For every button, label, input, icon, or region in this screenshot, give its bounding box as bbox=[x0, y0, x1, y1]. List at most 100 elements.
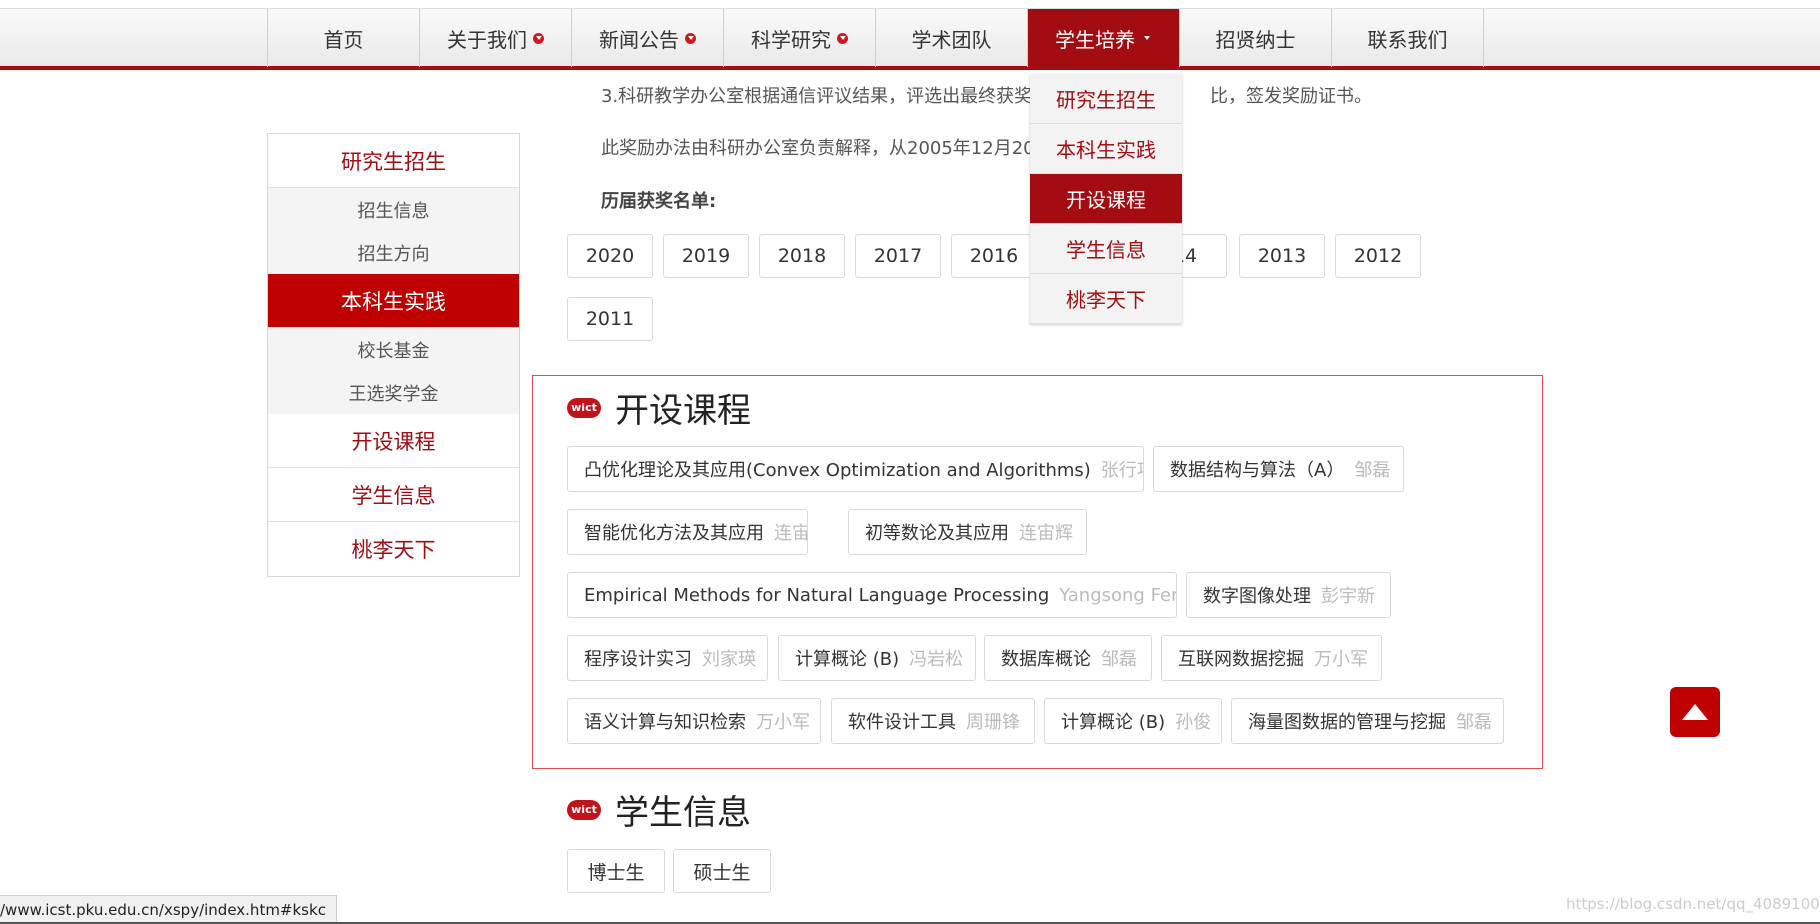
year-button-2020[interactable]: 2020 bbox=[567, 234, 653, 278]
chevron-down-icon bbox=[685, 32, 696, 44]
course-item[interactable]: 数据结构与算法（A） 邹磊 bbox=[1153, 446, 1404, 492]
course-teacher: 孙俊 bbox=[1175, 712, 1212, 733]
sidebar-item-courses[interactable]: 开设课程 bbox=[268, 414, 519, 468]
course-item[interactable]: 计算概论 (B) 冯岩松 bbox=[778, 635, 976, 681]
browser-status-bar: /www.icst.pku.edu.cn/xspy/index.htm#kskc bbox=[0, 895, 337, 923]
sidebar-item-alumni[interactable]: 桃李天下 bbox=[268, 522, 519, 576]
course-teacher: 彭宇新 bbox=[1321, 586, 1375, 607]
course-teacher: 万小军 bbox=[756, 712, 810, 733]
student-training-dropdown: 研究生招生 本科生实践 开设课程 学生信息 桃李天下 bbox=[1030, 74, 1182, 324]
phd-students-button[interactable]: 博士生 bbox=[567, 849, 665, 893]
dropdown-item-graduate-admission[interactable]: 研究生招生 bbox=[1030, 74, 1182, 124]
top-navigation-bar: 首页 关于我们 新闻公告 科学研究 学术团队 学生培养 招贤纳士 联系我们 bbox=[0, 8, 1820, 70]
chevron-down-icon bbox=[837, 32, 848, 44]
year-button-2018[interactable]: 2018 bbox=[759, 234, 845, 278]
course-teacher: 邹磊 bbox=[1354, 460, 1391, 481]
course-name: 语义计算与知识检索 bbox=[584, 712, 746, 733]
paragraph-text: 比，签发奖励证书。 bbox=[1210, 86, 1372, 107]
content-paragraph-tail: 比，签发奖励证书。 bbox=[1210, 82, 1372, 108]
dropdown-item-alumni[interactable]: 桃李天下 bbox=[1030, 274, 1182, 324]
nav-item-recruitment[interactable]: 招贤纳士 bbox=[1180, 9, 1332, 67]
year-button-2016[interactable]: 2016 bbox=[951, 234, 1037, 278]
student-info-section-title: wict 学生信息 bbox=[567, 785, 751, 834]
paragraph-text: 此奖励办法由科研办公室负责解释，从2005年12月20日 bbox=[601, 138, 1053, 159]
course-name: 程序设计实习 bbox=[584, 649, 692, 670]
dropdown-item-student-info[interactable]: 学生信息 bbox=[1030, 224, 1182, 274]
arrow-up-icon bbox=[1682, 704, 1708, 720]
course-name: Empirical Methods for Natural Language P… bbox=[584, 584, 1050, 606]
nav-item-label: 新闻公告 bbox=[599, 27, 679, 52]
course-item[interactable]: 程序设计实习 刘家瑛 bbox=[567, 635, 768, 681]
sidebar-subitem-admission-direction[interactable]: 招生方向 bbox=[268, 231, 519, 274]
awards-heading: 历届获奖名单: bbox=[601, 191, 717, 212]
course-item[interactable]: 凸优化理论及其应用(Convex Optimization and Algori… bbox=[567, 446, 1144, 492]
nav-item-news[interactable]: 新闻公告 bbox=[572, 9, 724, 67]
sidebar: 研究生招生 招生信息 招生方向 本科生实践 校长基金 王选奖学金 开设课程 学生… bbox=[267, 133, 520, 577]
dropdown-item-undergrad-practice[interactable]: 本科生实践 bbox=[1030, 124, 1182, 174]
course-name: 计算概论 (B) bbox=[795, 649, 900, 670]
course-item[interactable]: 海量图数据的管理与挖掘 邹磊 bbox=[1231, 698, 1504, 744]
course-item[interactable]: 语义计算与知识检索 万小军 bbox=[567, 698, 821, 744]
status-url: /www.icst.pku.edu.cn/xspy/index.htm#kskc bbox=[0, 900, 326, 919]
nav-item-team[interactable]: 学术团队 bbox=[876, 9, 1028, 67]
section-title-text: 开设课程 bbox=[615, 391, 751, 431]
course-teacher: 连宙辉 bbox=[1019, 523, 1073, 544]
course-name: 互联网数据挖掘 bbox=[1178, 649, 1304, 670]
nav-item-home[interactable]: 首页 bbox=[268, 9, 420, 67]
nav-item-about[interactable]: 关于我们 bbox=[420, 9, 572, 67]
course-teacher: 张行功 bbox=[1100, 460, 1143, 481]
sidebar-item-undergrad-practice[interactable]: 本科生实践 bbox=[268, 274, 519, 328]
course-item[interactable]: 互联网数据挖掘 万小军 bbox=[1161, 635, 1382, 681]
course-teacher: 邹磊 bbox=[1456, 712, 1492, 733]
nav-item-research[interactable]: 科学研究 bbox=[724, 9, 876, 67]
nav-item-label: 科学研究 bbox=[751, 27, 831, 52]
nav-item-label: 联系我们 bbox=[1367, 27, 1448, 52]
course-name: 凸优化理论及其应用(Convex Optimization and Algori… bbox=[584, 460, 1091, 481]
nav-item-label: 关于我们 bbox=[447, 27, 527, 52]
content-paragraph: 此奖励办法由科研办公室负责解释，从2005年12月20日 bbox=[601, 134, 1053, 160]
course-item[interactable]: 初等数论及其应用 连宙辉 bbox=[848, 509, 1087, 555]
course-name: 数据库概论 bbox=[1001, 649, 1091, 670]
section-title-text: 学生信息 bbox=[615, 793, 751, 833]
course-teacher: 连宙辉 bbox=[774, 523, 807, 544]
course-item[interactable]: 计算概论 (B) 孙俊 bbox=[1044, 698, 1222, 744]
course-name: 软件设计工具 bbox=[848, 712, 956, 733]
chevron-down-icon bbox=[533, 32, 544, 44]
back-to-top-button[interactable] bbox=[1670, 687, 1720, 737]
master-students-button[interactable]: 硕士生 bbox=[673, 849, 771, 893]
year-button-2019[interactable]: 2019 bbox=[663, 234, 749, 278]
course-teacher: 万小军 bbox=[1314, 649, 1368, 670]
sidebar-subitem-president-fund[interactable]: 校长基金 bbox=[268, 328, 519, 371]
course-name: 海量图数据的管理与挖掘 bbox=[1248, 712, 1446, 733]
dropdown-item-courses[interactable]: 开设课程 bbox=[1030, 174, 1182, 224]
nav-menu: 首页 关于我们 新闻公告 科学研究 学术团队 学生培养 招贤纳士 联系我们 bbox=[267, 9, 1484, 67]
course-item[interactable]: 软件设计工具 周珊锋 bbox=[831, 698, 1035, 744]
nav-item-student-training[interactable]: 学生培养 bbox=[1028, 9, 1180, 67]
sidebar-subitem-wangxuan-scholarship[interactable]: 王选奖学金 bbox=[268, 371, 519, 414]
year-button-2013[interactable]: 2013 bbox=[1239, 234, 1325, 278]
course-item[interactable]: Empirical Methods for Natural Language P… bbox=[567, 572, 1177, 618]
sidebar-item-graduate-admission[interactable]: 研究生招生 bbox=[268, 134, 519, 188]
course-item[interactable]: 数据库概论 邹磊 bbox=[984, 635, 1152, 681]
course-teacher: 刘家瑛 bbox=[702, 649, 756, 670]
courses-section-title: wict 开设课程 bbox=[567, 383, 751, 432]
nav-item-contact[interactable]: 联系我们 bbox=[1332, 9, 1484, 67]
watermark: https://blog.csdn.net/qq_40891009 bbox=[1566, 895, 1820, 913]
course-item[interactable]: 智能优化方法及其应用连宙辉 bbox=[567, 509, 808, 555]
course-teacher: 冯岩松 bbox=[909, 649, 964, 670]
nav-item-label: 首页 bbox=[323, 27, 364, 52]
course-name: 初等数论及其应用 bbox=[865, 523, 1009, 544]
sidebar-item-student-info[interactable]: 学生信息 bbox=[268, 468, 519, 522]
year-button-2017[interactable]: 2017 bbox=[855, 234, 941, 278]
course-name: 数字图像处理 bbox=[1203, 586, 1311, 607]
sidebar-subitem-admission-info[interactable]: 招生信息 bbox=[268, 188, 519, 231]
course-teacher: 周珊锋 bbox=[966, 712, 1020, 733]
course-teacher: Yangsong Feng bbox=[1059, 584, 1176, 606]
year-button-2011[interactable]: 2011 bbox=[567, 297, 653, 341]
course-name: 计算概论 (B) bbox=[1061, 712, 1166, 733]
course-name: 智能优化方法及其应用 bbox=[584, 523, 764, 544]
wict-logo-icon: wict bbox=[567, 397, 601, 418]
course-item[interactable]: 数字图像处理 彭宇新 bbox=[1186, 572, 1391, 618]
year-button-2012[interactable]: 2012 bbox=[1335, 234, 1421, 278]
content-paragraph: 3.科研教学办公室根据通信评议结果，评选出最终获奖学 bbox=[601, 82, 1050, 108]
